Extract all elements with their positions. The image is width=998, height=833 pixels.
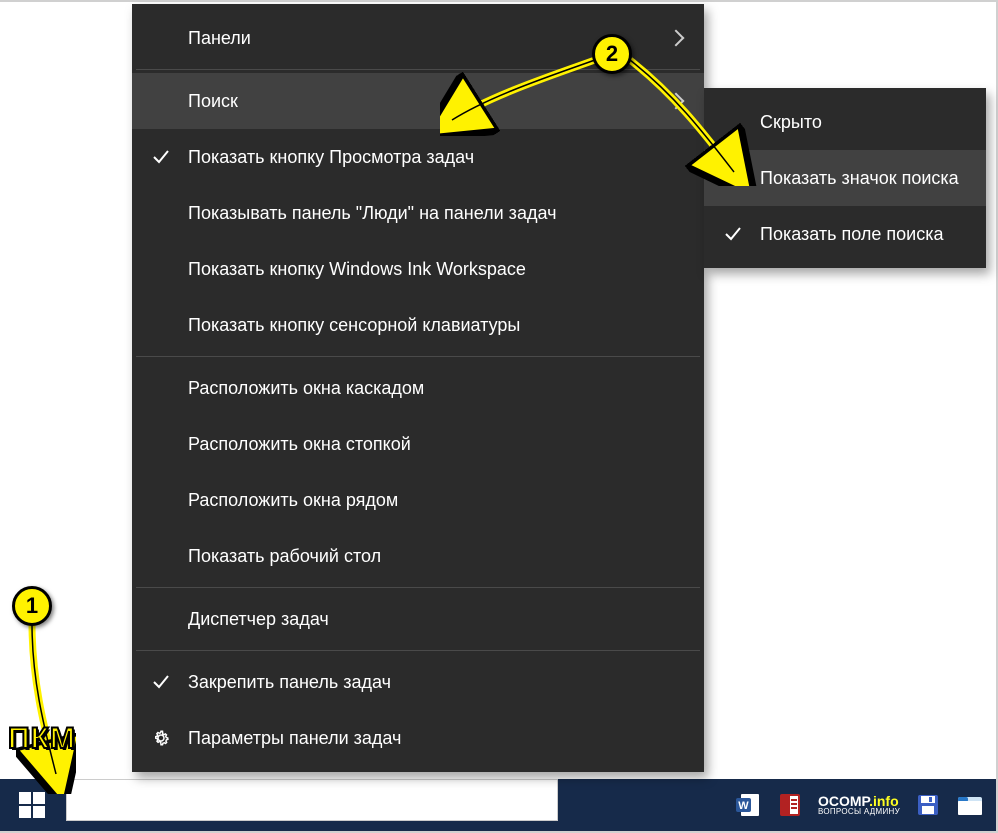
search-submenu: Скрыто Показать значок поиска Показать п… — [704, 88, 986, 268]
gear-icon — [152, 729, 170, 747]
menu-label: Параметры панели задач — [188, 728, 401, 749]
annotation-badge-1: 1 — [12, 586, 52, 626]
taskbar-context-menu: Панели Поиск Показать кнопку Просмотра з… — [132, 4, 704, 772]
menu-label: Закрепить панель задач — [188, 672, 391, 693]
menu-separator — [136, 587, 700, 588]
submenu-item-hidden[interactable]: Скрыто — [704, 94, 986, 150]
menu-label: Диспетчер задач — [188, 609, 329, 630]
menu-item-cascade[interactable]: Расположить окна каскадом — [132, 360, 704, 416]
word-app-icon[interactable]: W — [734, 791, 762, 819]
taskbar: W OCOMP.info ВОПРОСЫ АДМИНУ — [0, 779, 996, 831]
annotation-pkm-label: ПКМ — [8, 722, 76, 756]
explorer-icon[interactable] — [956, 791, 984, 819]
menu-item-lock[interactable]: Закрепить панель задач — [132, 654, 704, 710]
menu-label: Расположить окна рядом — [188, 490, 398, 511]
menu-label: Показать кнопку сенсорной клавиатуры — [188, 315, 520, 336]
menu-label: Показывать панель "Люди" на панели задач — [188, 203, 556, 224]
menu-separator — [136, 650, 700, 651]
menu-label: Расположить окна каскадом — [188, 378, 424, 399]
menu-item-search[interactable]: Поиск — [132, 73, 704, 129]
menu-item-taskmgr[interactable]: Диспетчер задач — [132, 591, 704, 647]
check-icon — [152, 148, 170, 166]
menu-label: Показать значок поиска — [760, 168, 959, 189]
menu-label: Показать кнопку Windows Ink Workspace — [188, 259, 526, 280]
check-icon — [152, 673, 170, 691]
windows-logo-icon — [19, 792, 45, 818]
start-button[interactable] — [0, 779, 64, 831]
menu-item-settings[interactable]: Параметры панели задач — [132, 710, 704, 766]
menu-label: Расположить окна стопкой — [188, 434, 411, 455]
menu-item-taskview[interactable]: Показать кнопку Просмотра задач — [132, 129, 704, 185]
app-icon-2[interactable] — [776, 791, 804, 819]
menu-item-sidebyside[interactable]: Расположить окна рядом — [132, 472, 704, 528]
menu-label: Панели — [188, 28, 251, 49]
menu-label: Показать кнопку Просмотра задач — [188, 147, 474, 168]
check-icon — [724, 225, 742, 243]
submenu-item-show-box[interactable]: Показать поле поиска — [704, 206, 986, 262]
chevron-right-icon — [668, 30, 685, 47]
annotation-badge-2: 2 — [592, 34, 632, 74]
watermark: OCOMP.info ВОПРОСЫ АДМИНУ — [818, 794, 900, 816]
menu-item-touchkb[interactable]: Показать кнопку сенсорной клавиатуры — [132, 297, 704, 353]
save-disk-icon[interactable] — [914, 791, 942, 819]
submenu-item-show-icon[interactable]: Показать значок поиска — [704, 150, 986, 206]
menu-separator — [136, 356, 700, 357]
menu-item-people[interactable]: Показывать панель "Люди" на панели задач — [132, 185, 704, 241]
menu-label: Поиск — [188, 91, 238, 112]
menu-item-desktop[interactable]: Показать рабочий стол — [132, 528, 704, 584]
menu-item-ink[interactable]: Показать кнопку Windows Ink Workspace — [132, 241, 704, 297]
menu-label: Показать поле поиска — [760, 224, 944, 245]
svg-text:W: W — [738, 800, 749, 812]
chevron-right-icon — [668, 93, 685, 110]
menu-label: Скрыто — [760, 112, 822, 133]
taskbar-search-box[interactable] — [66, 779, 558, 821]
menu-label: Показать рабочий стол — [188, 546, 381, 567]
annotation-arrow-1 — [16, 624, 76, 794]
menu-item-stacked[interactable]: Расположить окна стопкой — [132, 416, 704, 472]
taskbar-tray: W OCOMP.info ВОПРОСЫ АДМИНУ — [734, 779, 984, 831]
